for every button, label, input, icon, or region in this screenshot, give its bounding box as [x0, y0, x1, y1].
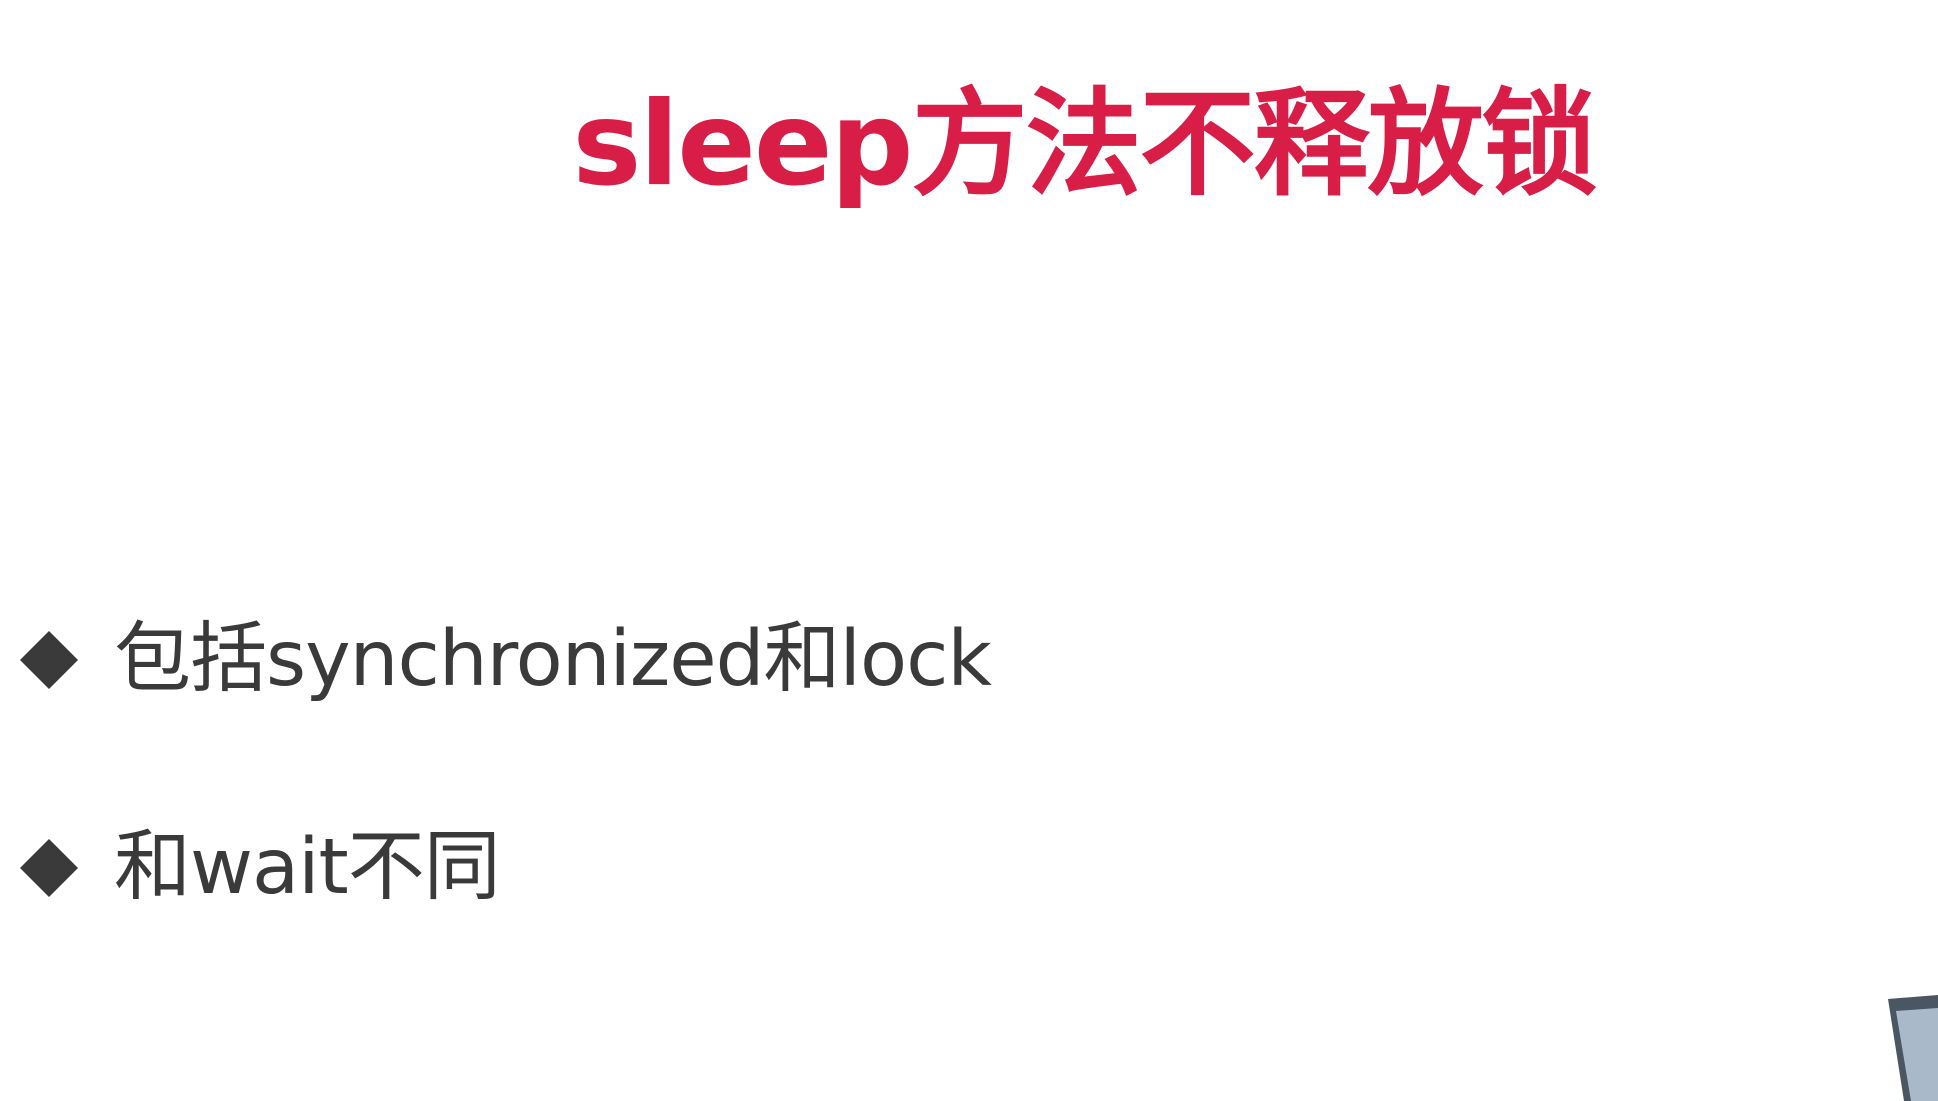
- bullet-item-1: 包括synchronized和lock: [18, 605, 992, 715]
- corner-illustration: [1888, 995, 1938, 1101]
- bullet-text: 包括synchronized和lock: [114, 614, 992, 704]
- slide-title: sleep方法不释放锁: [572, 77, 1597, 212]
- diamond-bullet-icon: [18, 837, 80, 899]
- bullet-list: 包括synchronized和lock 和wait不同: [18, 605, 992, 1021]
- slide: sleep方法不释放锁 包括synchronized和lock 和wait不同: [0, 0, 1938, 1101]
- bullet-text: 和wait不同: [114, 822, 501, 912]
- bullet-item-2: 和wait不同: [18, 813, 991, 923]
- diamond-bullet-icon: [18, 629, 80, 691]
